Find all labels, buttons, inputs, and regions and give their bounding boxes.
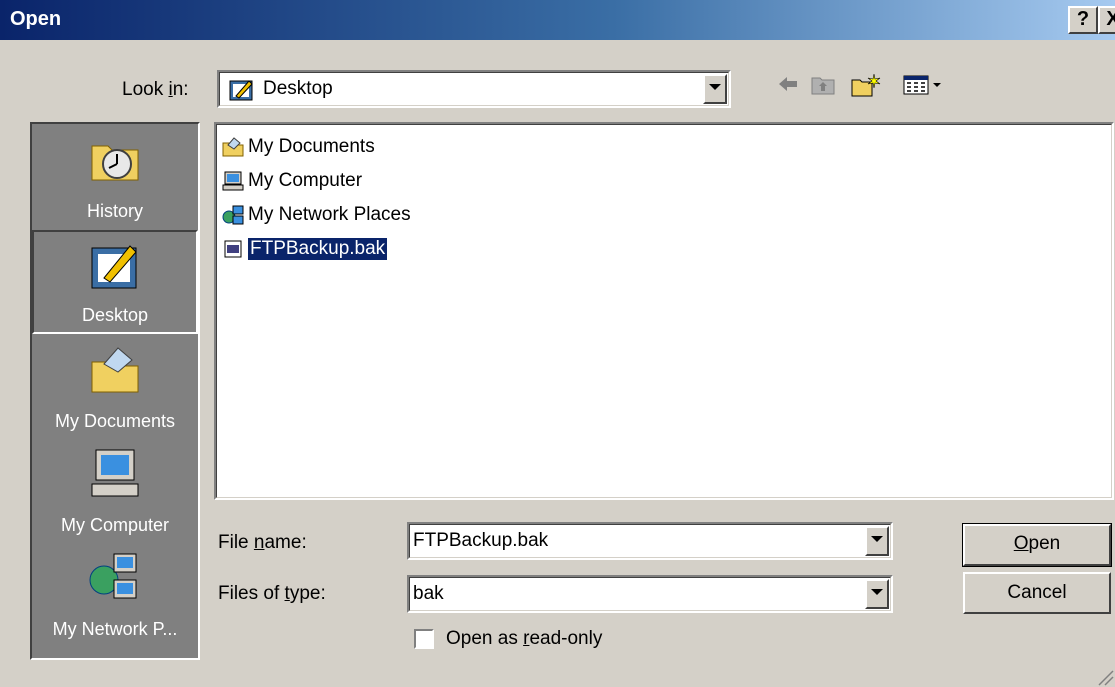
list-item-label: My Computer [248, 170, 363, 191]
up-folder-icon[interactable] [810, 72, 838, 96]
look-in-combo[interactable]: Desktop [217, 70, 731, 108]
my-documents-icon [222, 137, 244, 157]
places-item-network-places[interactable]: My Network P... [32, 542, 198, 646]
history-icon [91, 145, 139, 181]
help-button[interactable]: ? [1068, 6, 1098, 34]
file-name-input[interactable]: FTPBackup.bak [413, 530, 548, 552]
window-title: Open [10, 8, 62, 30]
look-in-dropdown-button[interactable] [703, 74, 727, 104]
my-computer-icon [222, 171, 244, 191]
my-documents-icon [91, 347, 139, 393]
list-item[interactable]: My Network Places [222, 200, 411, 230]
new-folder-icon[interactable] [850, 72, 882, 98]
places-bar: History Desktop My Documents My Computer… [30, 122, 200, 660]
network-places-icon [89, 553, 137, 599]
resize-grip-icon[interactable] [1095, 667, 1115, 687]
places-item-my-computer[interactable]: My Computer [32, 438, 198, 542]
list-item-label: My Network Places [248, 204, 411, 225]
places-item-history[interactable]: History [32, 124, 198, 228]
bak-file-icon [224, 240, 242, 258]
file-name-label: File name: [218, 532, 307, 553]
back-arrow-icon[interactable] [776, 72, 800, 96]
view-menu-icon[interactable] [902, 72, 946, 96]
list-item-label: My Documents [248, 136, 375, 157]
desktop-icon [229, 80, 253, 101]
places-label-desktop: Desktop [81, 305, 149, 325]
list-item[interactable]: My Computer [222, 166, 362, 196]
file-type-dropdown-button[interactable] [865, 579, 889, 609]
read-only-label[interactable]: Open as read-only [446, 628, 602, 650]
file-list[interactable]: My Documents My Computer My Network Plac… [214, 122, 1114, 500]
close-button[interactable]: X [1098, 6, 1115, 34]
file-name-dropdown-button[interactable] [865, 526, 889, 556]
my-computer-icon [91, 449, 139, 497]
file-name-combo[interactable]: FTPBackup.bak [407, 522, 893, 560]
file-type-label: Files of type: [218, 583, 326, 604]
places-item-my-documents[interactable]: My Documents [32, 334, 198, 438]
title-bar[interactable]: Open ? X [0, 0, 1115, 40]
open-button[interactable]: Open [962, 523, 1112, 567]
open-dialog: Open ? X Look in: Desktop History Deskto… [0, 0, 1115, 687]
look-in-value: Desktop [263, 78, 333, 99]
look-in-label: Look in: [122, 79, 189, 100]
places-label-my-documents: My Documents [54, 411, 176, 431]
list-item-label: FTPBackup.bak [246, 237, 389, 261]
list-item-selected[interactable]: FTPBackup.bak [222, 234, 389, 264]
places-label-history: History [86, 201, 143, 221]
places-label-my-computer: My Computer [60, 515, 170, 535]
network-places-icon [222, 205, 244, 225]
read-only-checkbox[interactable] [414, 629, 434, 649]
list-item[interactable]: My Documents [222, 132, 375, 162]
file-type-select[interactable]: bak [407, 575, 893, 613]
file-type-value: bak [413, 583, 444, 604]
places-label-network-places: My Network P... [52, 619, 178, 639]
cancel-button[interactable]: Cancel [963, 572, 1111, 614]
desktop-icon [91, 245, 137, 289]
places-item-desktop[interactable]: Desktop [32, 230, 198, 334]
